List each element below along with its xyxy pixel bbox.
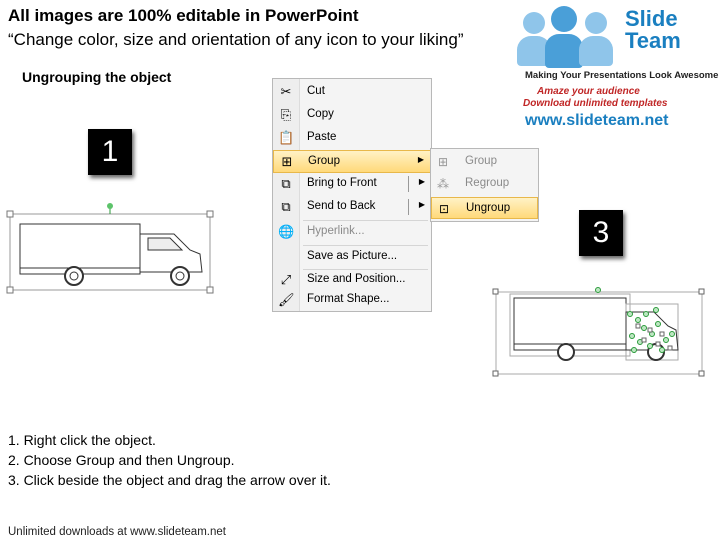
size-position-icon: ⤢: [280, 272, 292, 287]
submenu-item-label: Regroup: [465, 177, 510, 189]
logo-tagline: Making Your Presentations Look Awesome: [525, 70, 719, 81]
menu-item-label: Copy: [307, 108, 334, 120]
logo-brand-line2: Team: [625, 28, 681, 53]
group-submenu: ⊞ Group ⁂ Regroup ⊡ Ungroup: [430, 148, 539, 222]
submenu-item-ungroup[interactable]: ⊡ Ungroup: [431, 197, 538, 219]
menu-item-format-shape[interactable]: 🖌 Format Shape...: [273, 289, 431, 312]
menu-item-paste[interactable]: 📋 Paste: [273, 127, 431, 150]
regroup-icon: ⁂: [437, 177, 449, 191]
bring-front-icon: ⧉: [281, 176, 291, 191]
menu-item-label: Save as Picture...: [307, 250, 398, 262]
menu-item-save-as-picture[interactable]: Save as Picture...: [273, 246, 431, 269]
submenu-item-group[interactable]: ⊞ Group: [431, 151, 538, 173]
resize-handle-icon[interactable]: [206, 210, 214, 218]
submenu-arrow-icon: ▶: [417, 155, 424, 164]
logo-person-shape: [545, 34, 583, 68]
instruction-list: 1. Right click the object. 2. Choose Gro…: [8, 430, 331, 490]
logo-person-shape: [523, 12, 545, 34]
logo-person-shape: [579, 36, 613, 66]
menu-item-label: Hyperlink...: [307, 225, 365, 237]
resize-handle-icon[interactable]: [6, 286, 14, 294]
context-menu: ✂ Cut ⎘ Copy 📋 Paste ⊞ Group ▶ ⧉ Bring t…: [272, 78, 432, 312]
resize-handle-icon[interactable]: [206, 286, 214, 294]
submenu-arrow-icon[interactable]: ▶: [419, 177, 425, 186]
step-marker-1: 1: [88, 129, 132, 175]
rotate-handle-icon[interactable]: [107, 203, 113, 209]
slideteam-logo: Slide Team Making Your Presentations Loo…: [515, 4, 725, 134]
menu-item-label: Group: [308, 155, 340, 167]
step-marker-3: 3: [579, 210, 623, 256]
menu-item-label: Format Shape...: [307, 293, 390, 305]
logo-person-shape: [585, 12, 607, 34]
menu-item-send-to-back[interactable]: ⧉ Send to Back ▶: [273, 196, 431, 219]
logo-person-shape: [551, 6, 577, 32]
menu-item-hyperlink[interactable]: 🌐 Hyperlink...: [273, 221, 431, 244]
menu-item-label: Paste: [307, 131, 337, 143]
submenu-item-regroup[interactable]: ⁂ Regroup: [431, 173, 538, 195]
headline: All images are 100% editable in PowerPoi…: [8, 6, 359, 25]
menu-item-group[interactable]: ⊞ Group ▶: [273, 150, 431, 173]
instruction-step-1: 1. Right click the object.: [8, 432, 156, 448]
group-icon: ⊞: [281, 154, 293, 169]
format-shape-icon: 🖌: [278, 292, 295, 307]
copy-icon: ⎘: [280, 107, 292, 122]
subline: “Change color, size and orientation of a…: [8, 30, 464, 49]
split-divider: [408, 199, 409, 215]
menu-item-copy[interactable]: ⎘ Copy: [273, 104, 431, 127]
submenu-item-label: Group: [465, 155, 497, 167]
send-back-icon: ⧉: [281, 199, 291, 214]
instruction-step-3: 3. Click beside the object and drag the …: [8, 472, 331, 488]
paste-icon: 📋: [278, 130, 295, 145]
instruction-step-2: 2. Choose Group and then Ungroup.: [8, 452, 235, 468]
group-icon: ⊞: [437, 155, 449, 169]
submenu-arrow-icon[interactable]: ▶: [419, 200, 425, 209]
logo-promo-2: Download unlimited templates: [523, 98, 668, 109]
logo-promo-1: Amaze your audience: [537, 86, 640, 97]
logo-url[interactable]: www.slideteam.net: [525, 112, 668, 130]
submenu-item-label: Ungroup: [466, 202, 511, 214]
split-divider: [408, 176, 409, 192]
footer-text: Unlimited downloads at www.slideteam.net: [8, 526, 226, 538]
truck-grouped-object[interactable]: [4, 200, 216, 294]
section-title: Ungrouping the object: [22, 69, 172, 85]
menu-item-bring-to-front[interactable]: ⧉ Bring to Front ▶: [273, 173, 431, 196]
truck-ungrouped-object[interactable]: [490, 284, 710, 378]
ungroup-icon: ⊡: [438, 202, 450, 216]
scissors-icon: ✂: [280, 84, 292, 99]
resize-handle-icon[interactable]: [6, 210, 14, 218]
menu-item-label: Bring to Front: [307, 177, 377, 189]
menu-item-label: Size and Position...: [307, 273, 406, 285]
menu-item-cut[interactable]: ✂ Cut: [273, 81, 431, 104]
menu-item-label: Send to Back: [307, 200, 376, 212]
hyperlink-icon: 🌐: [278, 224, 295, 239]
menu-item-label: Cut: [307, 85, 325, 97]
